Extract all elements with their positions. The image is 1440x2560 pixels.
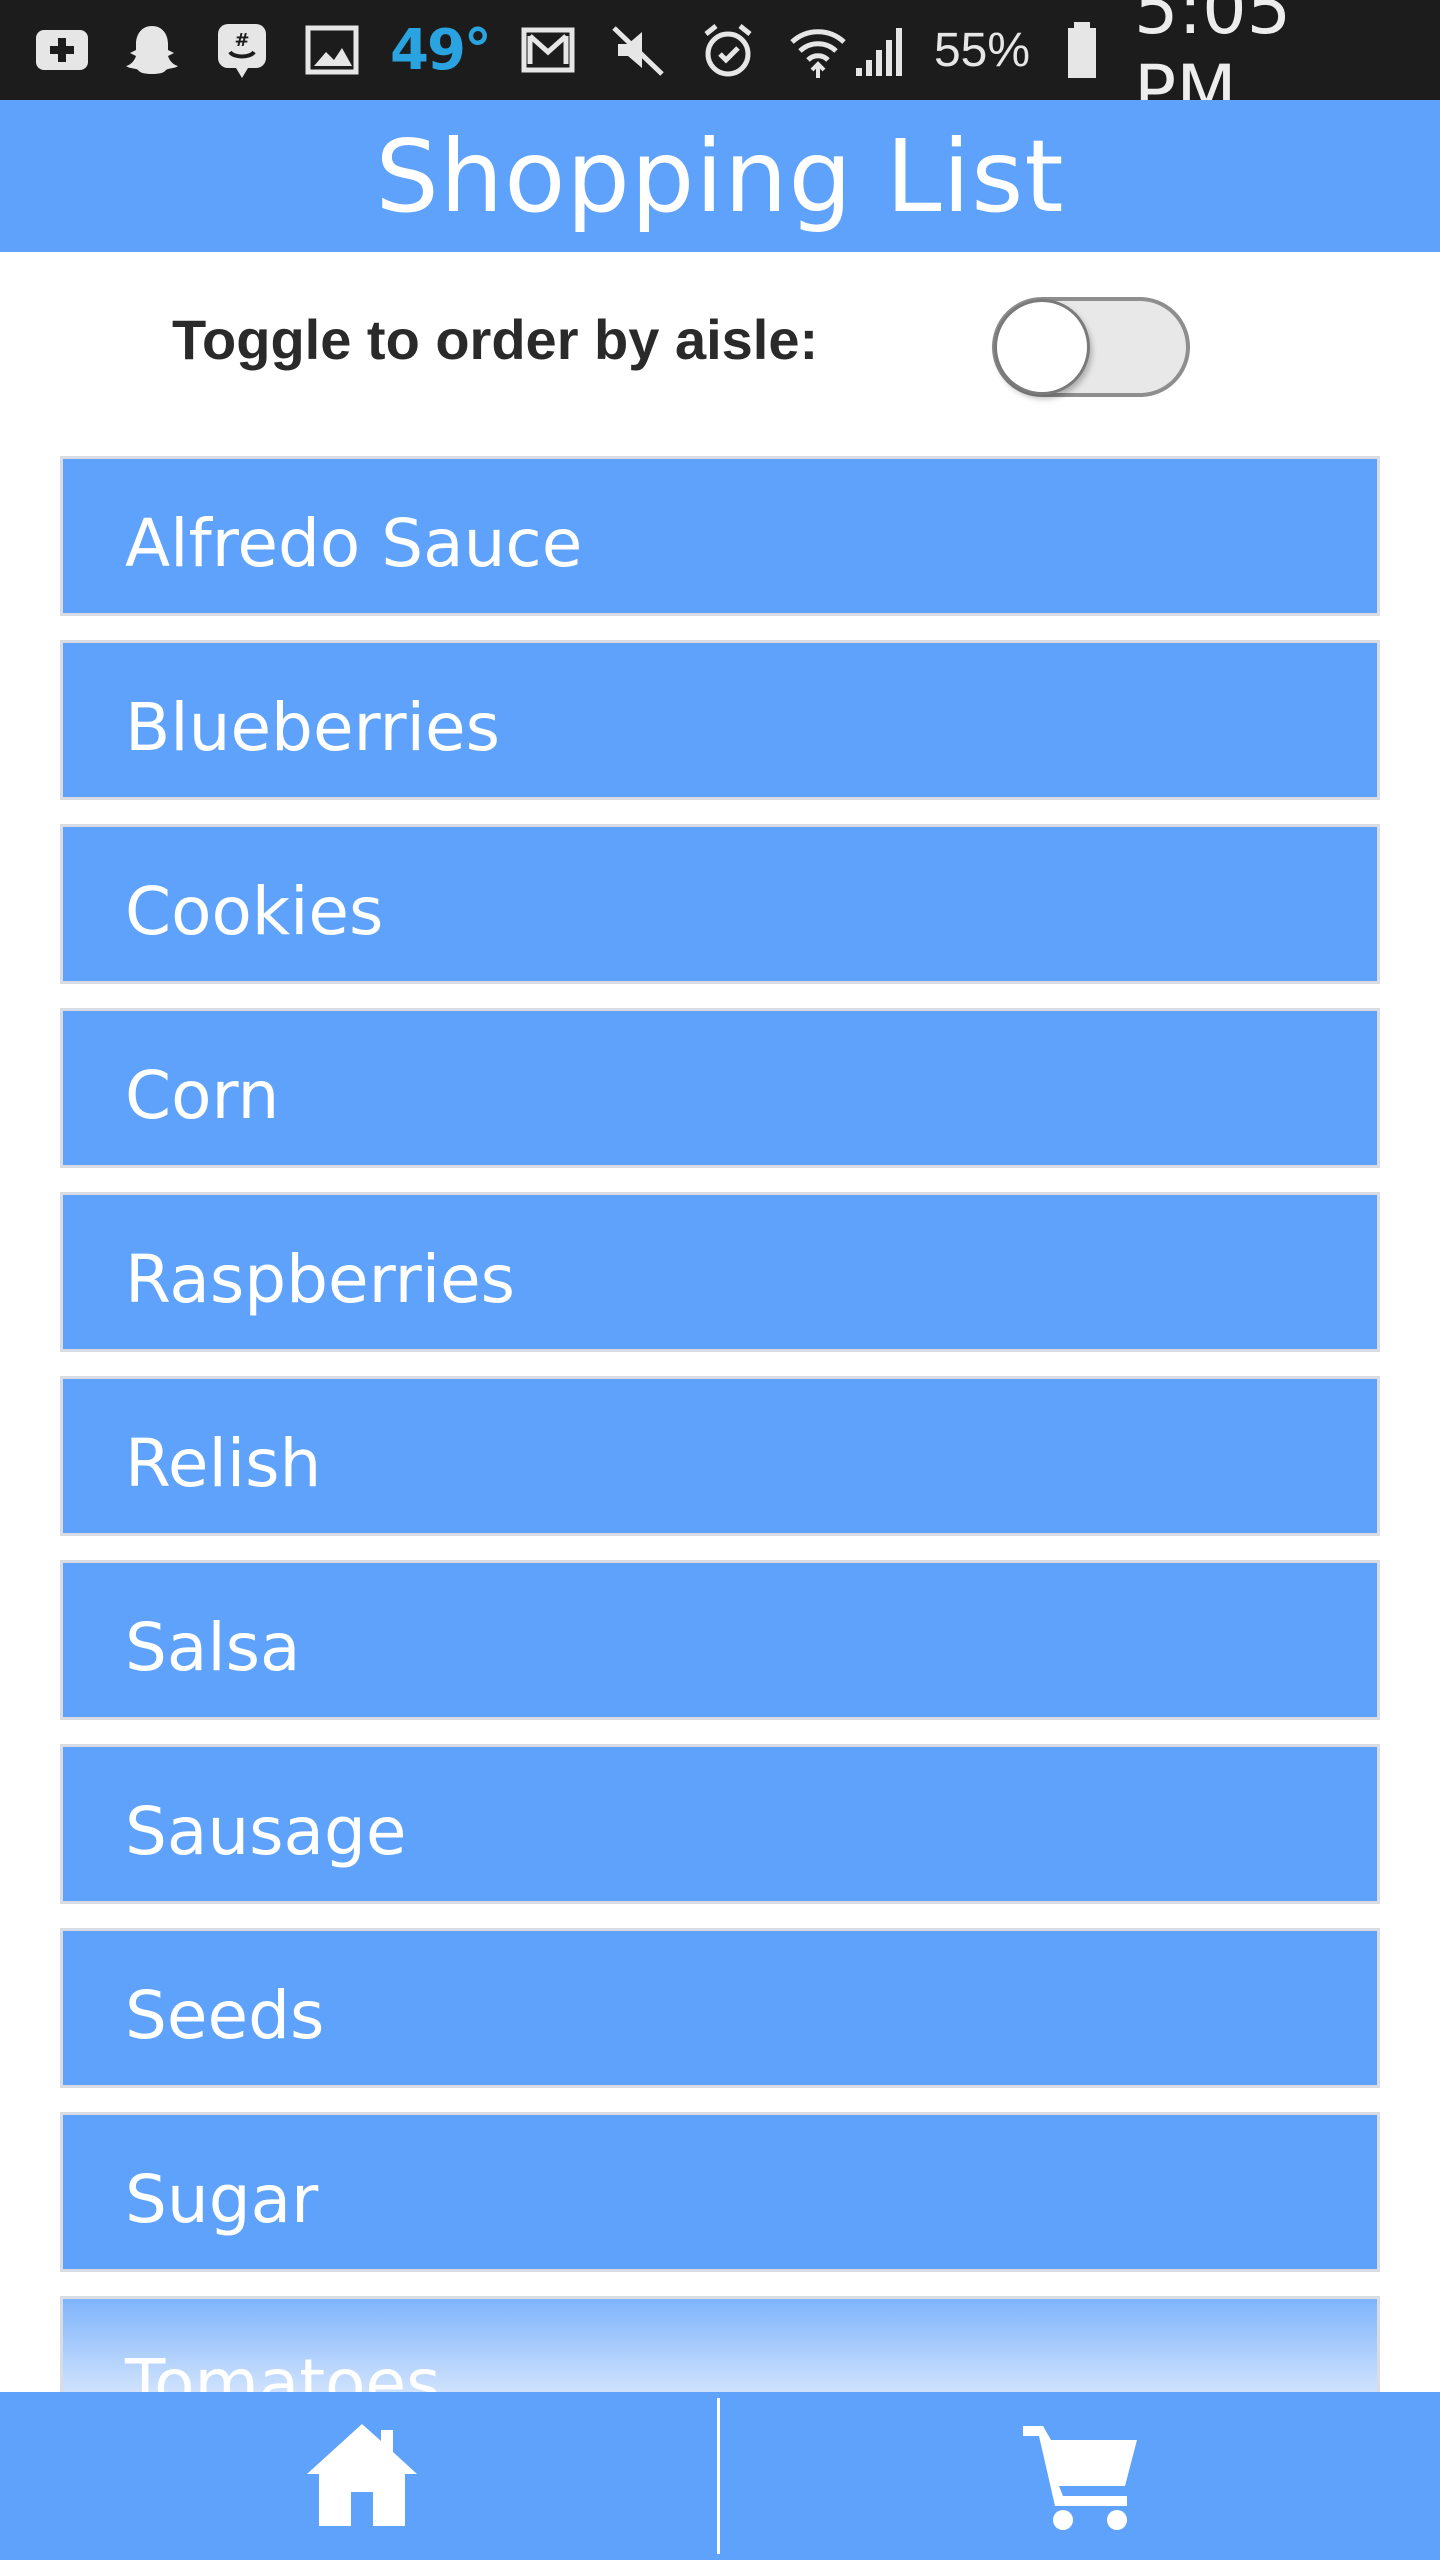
list-item[interactable]: Sausage — [60, 1744, 1380, 1904]
item-label: Cookies — [125, 873, 384, 950]
weather-temperature: 49° — [390, 17, 492, 83]
app-header: Shopping List — [0, 100, 1440, 252]
bottom-nav — [0, 2392, 1440, 2560]
battery-icon — [1050, 18, 1114, 82]
list-item[interactable]: Corn — [60, 1008, 1380, 1168]
item-label: Alfredo Sauce — [125, 505, 583, 582]
list-item[interactable]: Blueberries — [60, 640, 1380, 800]
nav-divider — [717, 2398, 720, 2554]
order-by-aisle-toggle[interactable] — [992, 297, 1190, 397]
list-item[interactable]: Cookies — [60, 824, 1380, 984]
item-label: Corn — [125, 1057, 280, 1134]
item-label: Raspberries — [125, 1241, 516, 1318]
home-icon — [299, 2412, 425, 2543]
toggle-label: Toggle to order by aisle: — [172, 308, 819, 371]
item-label: Relish — [125, 1425, 322, 1502]
alarm-icon — [696, 18, 760, 82]
gmail-icon — [516, 18, 580, 82]
list-item[interactable]: Raspberries — [60, 1192, 1380, 1352]
notification-icons: # 49° — [0, 18, 850, 83]
list-item[interactable]: Sugar — [60, 2112, 1380, 2272]
groupme-icon: # — [210, 18, 274, 82]
snapchat-ghost-icon — [120, 18, 184, 82]
sort-toggle-row: Toggle to order by aisle: — [0, 252, 1440, 452]
svg-text:#: # — [234, 30, 249, 51]
wifi-icon — [786, 18, 850, 82]
cell-signal-icon — [850, 18, 914, 82]
list-item[interactable]: Salsa — [60, 1560, 1380, 1720]
home-button[interactable] — [292, 2412, 432, 2542]
battery-percentage: 55% — [933, 23, 1031, 77]
item-label: Blueberries — [125, 689, 500, 766]
page-title: Shopping List — [375, 117, 1065, 235]
list-item[interactable]: Alfredo Sauce — [60, 456, 1380, 616]
status-bar: # 49° 55% 5:05 PM — [0, 0, 1440, 132]
mute-icon — [606, 18, 670, 82]
list-item[interactable]: Relish — [60, 1376, 1380, 1536]
item-label: Sugar — [125, 2161, 319, 2238]
item-label: Salsa — [125, 1609, 301, 1686]
item-label: Sausage — [125, 1793, 407, 1870]
cart-button[interactable] — [1010, 2412, 1150, 2542]
gallery-image-icon — [300, 18, 364, 82]
item-label: Seeds — [125, 1977, 325, 2054]
add-box-icon — [30, 18, 94, 82]
list-item[interactable]: Seeds — [60, 1928, 1380, 2088]
toggle-knob[interactable] — [994, 299, 1090, 395]
cart-icon — [1017, 2412, 1143, 2543]
